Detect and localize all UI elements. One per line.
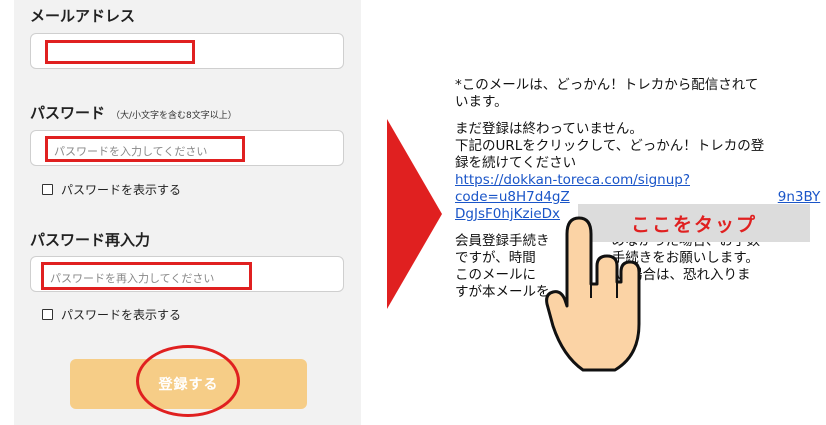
signup-link-part[interactable]: code=u8H7d4gZ [455, 189, 570, 205]
show-password-toggle-1[interactable]: パスワードを表示する [42, 181, 181, 198]
email-text-fragment: このメールに [455, 267, 536, 283]
password-confirm-highlight: パスワードを再入力してください [41, 262, 252, 290]
password-confirm-placeholder: パスワードを再入力してください [50, 272, 215, 285]
email-text-line: います。 [455, 94, 508, 110]
password-placeholder: パスワードを入力してください [54, 145, 208, 158]
signup-form-panel: メールアドレス パスワード （大/小文字を含む8文字以上） パスワードを入力してく… [14, 0, 361, 425]
email-text-line: まだ登録は終わっていません。 [455, 121, 643, 137]
email-text-line: *このメールは、どっかん！トレカから配信されて [455, 77, 759, 93]
email-text-line: 下記のURLをクリックして、どっかん！トレカの登 [455, 138, 765, 154]
email-highlight [45, 40, 195, 64]
right-arrow-icon [387, 119, 442, 309]
email-text-fragment: ですが、時間 [455, 250, 536, 266]
email-field[interactable] [30, 33, 344, 69]
signup-link-tail[interactable]: 9n3BY [778, 189, 821, 205]
email-label: メールアドレス [30, 7, 136, 25]
email-paragraph-1: *このメールは、どっかん！トレカから配信されて います。 [455, 77, 826, 111]
register-button-circle-annotation [136, 345, 240, 417]
show-password-toggle-2[interactable]: パスワードを表示する [42, 306, 181, 323]
password-note: （大/小文字を含む8文字以上） [111, 111, 237, 121]
password-confirm-field[interactable]: パスワードを再入力してください [30, 256, 344, 292]
signup-link[interactable]: https://dokkan-toreca.com/signup? [455, 172, 826, 189]
pointing-hand-icon [545, 216, 641, 372]
show-password-label-1: パスワードを表示する [61, 183, 182, 197]
email-text-fragment: 会員登録手続き [455, 233, 550, 249]
password-highlight: パスワードを入力してください [45, 136, 245, 162]
password-field[interactable]: パスワードを入力してください [30, 130, 344, 166]
password-label: パスワード （大/小文字を含む8文字以上） [30, 102, 237, 123]
password-label-text: パスワード [30, 104, 106, 122]
email-text-fragment: すが本メールを [455, 284, 550, 300]
show-password-checkbox-2[interactable] [42, 309, 53, 320]
show-password-checkbox-1[interactable] [42, 184, 53, 195]
password-confirm-label: パスワード再入力 [30, 231, 151, 249]
show-password-label-2: パスワードを表示する [61, 308, 182, 322]
email-text-line: 録を続けてください [455, 155, 577, 171]
